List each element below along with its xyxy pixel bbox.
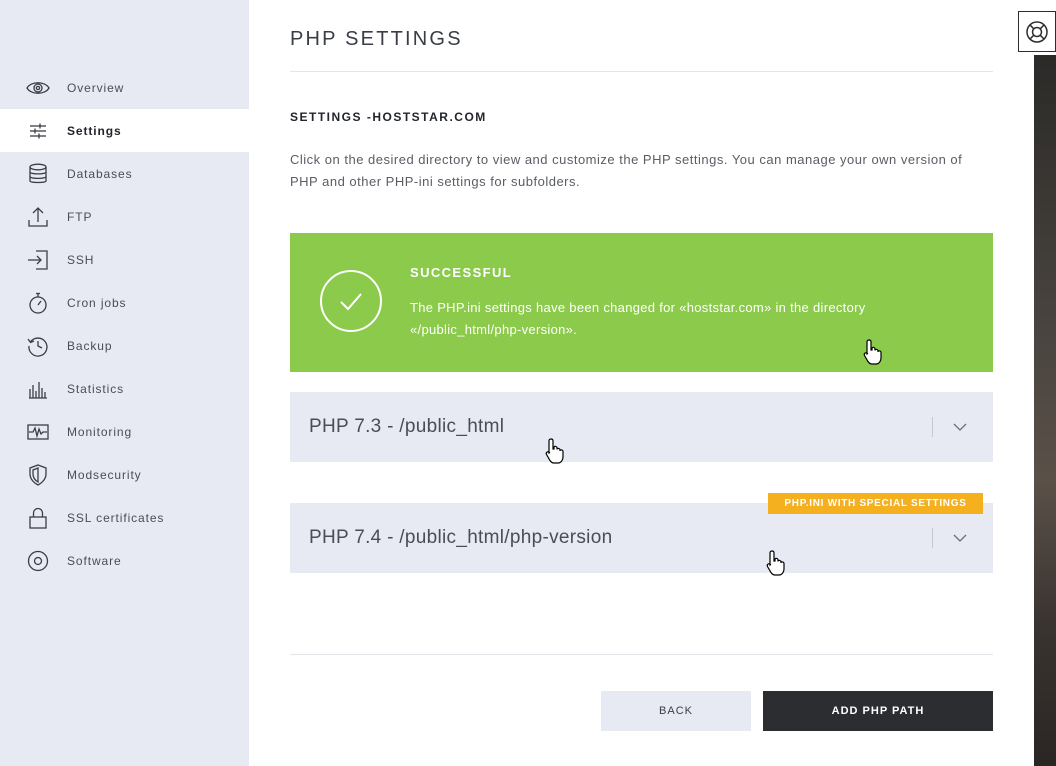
sidebar-item-label: Monitoring: [67, 424, 133, 439]
sidebar-item-ssl-certificates[interactable]: SSL certificates: [0, 496, 249, 539]
background-photo-strip: [1034, 55, 1056, 766]
lock-icon: [26, 506, 50, 530]
sidebar-item-software[interactable]: Software: [0, 539, 249, 582]
sidebar-item-label: Modsecurity: [67, 467, 142, 482]
upload-icon: [26, 205, 50, 229]
eye-icon: [26, 76, 50, 100]
disc-icon: [26, 549, 50, 573]
title-divider: [290, 71, 993, 72]
accordion-label: PHP 7.3 - /public_html: [309, 416, 505, 437]
shield-icon: [26, 463, 50, 487]
accordion-php-7-3[interactable]: PHP 7.3 - /public_html: [290, 392, 993, 462]
sidebar-item-label: SSH: [67, 252, 95, 267]
sliders-icon: [26, 119, 50, 143]
check-circle-icon: [320, 270, 382, 332]
sidebar-item-databases[interactable]: Databases: [0, 152, 249, 195]
sidebar-item-statistics[interactable]: Statistics: [0, 367, 249, 410]
chevron-down-icon[interactable]: [953, 392, 993, 462]
hand-cursor-icon: [862, 338, 884, 366]
sidebar-item-label: Databases: [67, 166, 133, 181]
pulse-icon: [26, 420, 50, 444]
accordion-divider: [932, 417, 933, 437]
database-icon: [26, 162, 50, 186]
sidebar-item-label: Settings: [67, 123, 122, 138]
hand-cursor-icon: [765, 549, 787, 577]
history-icon: [26, 334, 50, 358]
sidebar-nav: Overview Settings Databases FTP SSH Cron…: [0, 66, 249, 582]
sidebar-item-ssh[interactable]: SSH: [0, 238, 249, 281]
login-icon: [26, 248, 50, 272]
sidebar-item-monitoring[interactable]: Monitoring: [0, 410, 249, 453]
section-title: SETTINGS -HOSTSTAR.COM: [290, 110, 487, 124]
accordion-label: PHP 7.4 - /public_html/php-version: [309, 527, 613, 548]
sidebar-item-label: Statistics: [67, 381, 125, 396]
alert-message: The PHP.ini settings have been changed f…: [410, 300, 866, 337]
lifebuoy-icon: [1025, 20, 1049, 44]
sidebar-item-backup[interactable]: Backup: [0, 324, 249, 367]
sidebar-item-label: SSL certificates: [67, 510, 165, 525]
alert-title: SUCCESSFUL: [410, 265, 513, 280]
sidebar-item-overview[interactable]: Overview: [0, 66, 249, 109]
sidebar-item-label: Cron jobs: [67, 295, 127, 310]
sidebar-item-settings[interactable]: Settings: [0, 109, 249, 152]
stopwatch-icon: [26, 291, 50, 315]
success-alert: SUCCESSFUL The PHP.ini settings have bee…: [290, 233, 993, 372]
footer-divider: [290, 654, 993, 655]
page-title: PHP SETTINGS: [290, 28, 463, 50]
sidebar-item-ftp[interactable]: FTP: [0, 195, 249, 238]
back-button[interactable]: BACK: [601, 691, 751, 731]
sidebar-item-label: Backup: [67, 338, 113, 353]
intro-text: Click on the desired directory to view a…: [290, 152, 963, 189]
sidebar: Overview Settings Databases FTP SSH Cron…: [0, 0, 249, 766]
bar-chart-icon: [26, 377, 50, 401]
special-settings-badge: PHP.INI WITH SPECIAL SETTINGS: [768, 493, 983, 514]
sidebar-item-label: FTP: [67, 209, 93, 224]
sidebar-item-modsecurity[interactable]: Modsecurity: [0, 453, 249, 496]
sidebar-item-cron-jobs[interactable]: Cron jobs: [0, 281, 249, 324]
hand-cursor-icon: [544, 437, 566, 465]
sidebar-item-label: Software: [67, 553, 122, 568]
sidebar-item-label: Overview: [67, 80, 125, 95]
help-button[interactable]: [1018, 11, 1056, 52]
add-php-path-button[interactable]: ADD PHP PATH: [763, 691, 993, 731]
accordion-divider: [932, 528, 933, 548]
